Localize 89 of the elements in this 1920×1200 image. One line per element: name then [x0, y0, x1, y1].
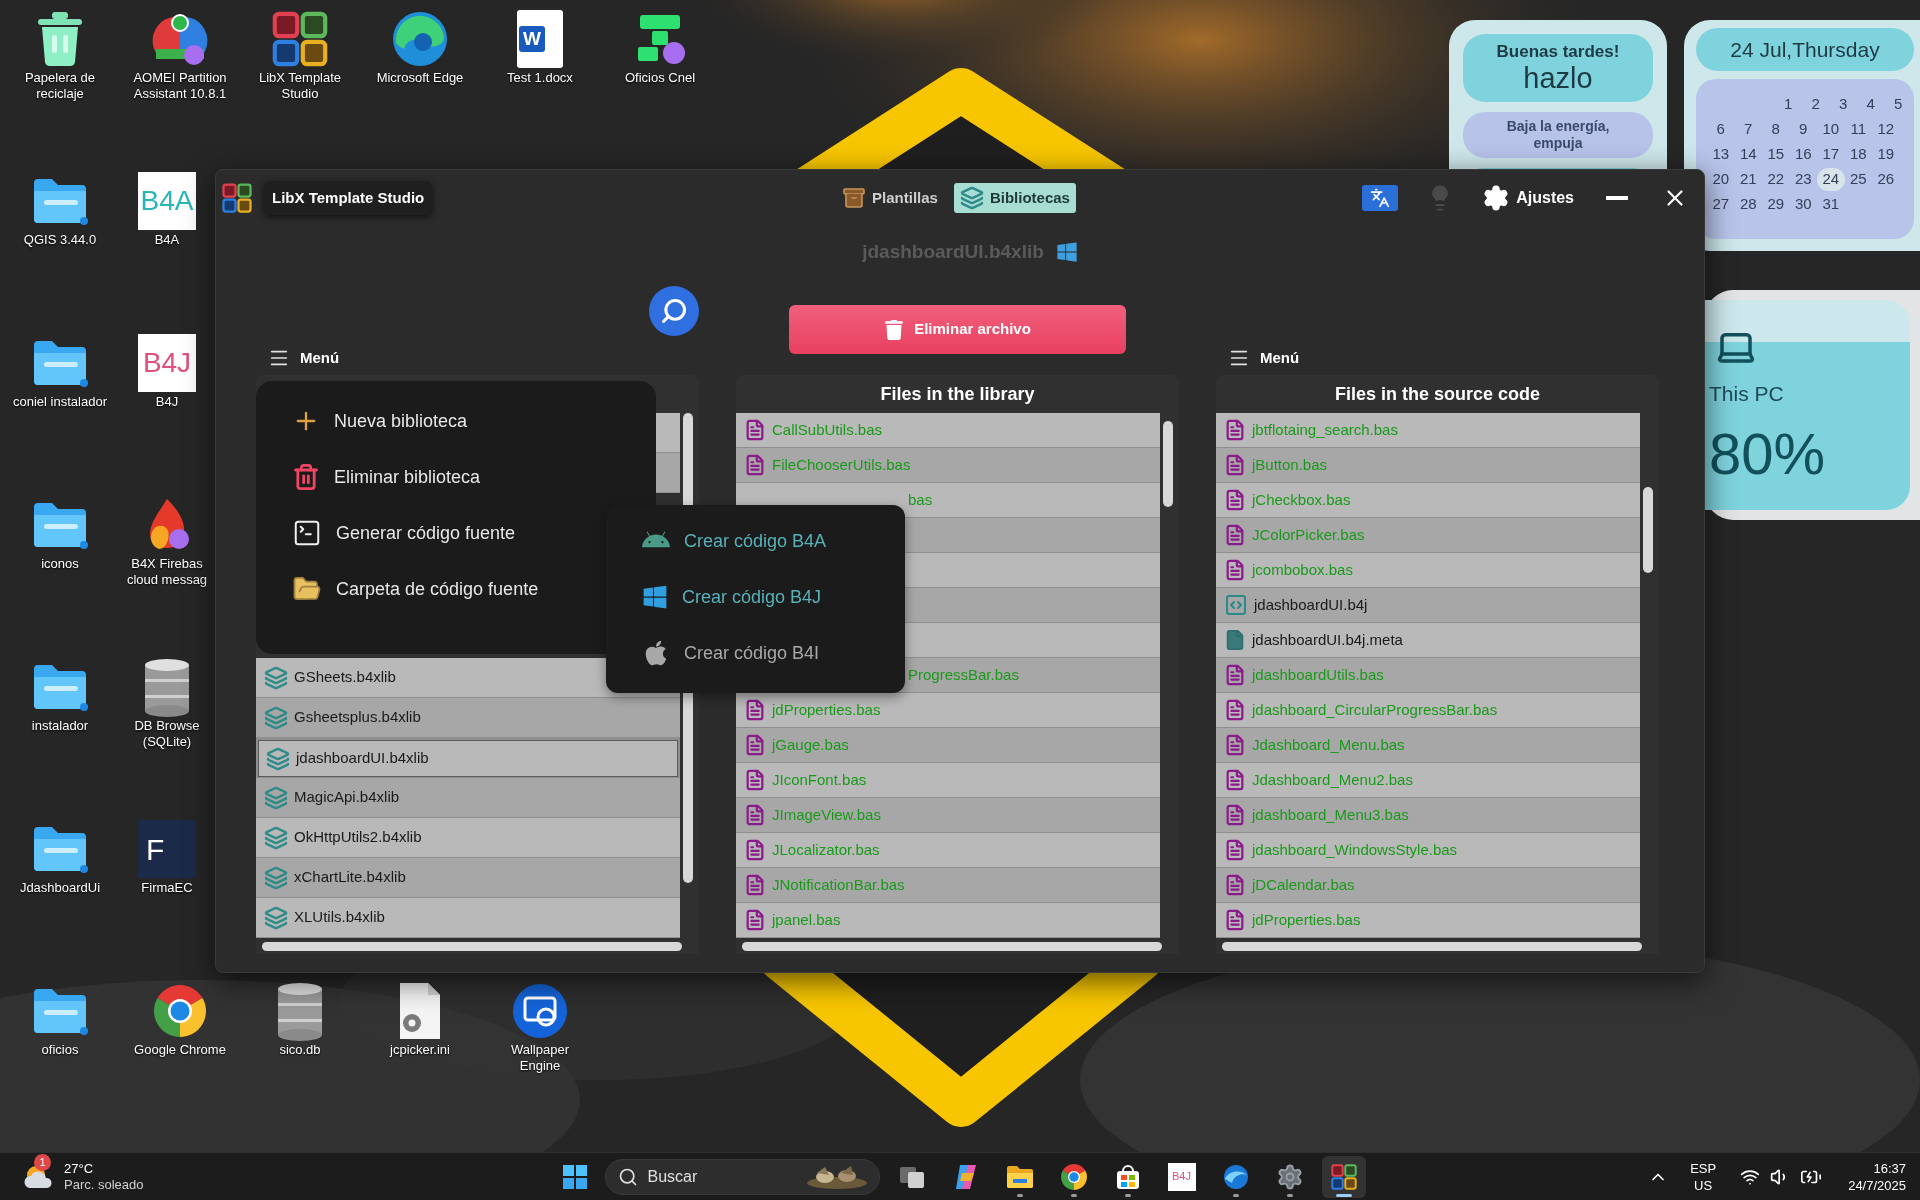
desktop-shortcut[interactable]: instalador — [0, 652, 120, 736]
menu-item[interactable]: Eliminar biblioteca — [256, 449, 656, 505]
calendar-title: 24 Jul,Thursday — [1730, 36, 1880, 63]
file-row[interactable]: Gsheetsplus.b4xlib — [256, 698, 680, 738]
calendar-day[interactable]: 16 — [1789, 143, 1817, 166]
desktop-shortcut[interactable]: sico.db — [240, 976, 360, 1060]
clock[interactable]: 16:37 24/7/2025 — [1848, 1159, 1906, 1194]
desktop-shortcut[interactable]: JdashboardUi — [0, 814, 120, 898]
calendar-day[interactable]: 3 — [1829, 93, 1857, 116]
calendar-day[interactable]: 11 — [1844, 118, 1872, 141]
desktop-shortcut[interactable]: W Test 1.docx — [480, 4, 600, 88]
desktop-shortcut[interactable]: AOMEI Partition Assistant 10.8.1 — [120, 4, 240, 104]
calendar-day[interactable]: 26 — [1872, 168, 1900, 191]
app-logo: B4A — [138, 172, 196, 230]
calendar-day[interactable]: 4 — [1857, 93, 1885, 116]
desktop-shortcut[interactable]: B4A B4A — [120, 166, 214, 250]
app-logo: B4J — [138, 334, 196, 392]
storage-label: This PC — [1709, 381, 1785, 407]
calendar-day[interactable]: 9 — [1789, 118, 1817, 141]
desktop-shortcut[interactable]: Microsoft Edge — [360, 4, 480, 88]
app-logo: F — [138, 820, 196, 878]
document-icon: W — [517, 10, 563, 68]
desktop-shortcut[interactable]: Wallpaper Engine — [480, 976, 600, 1076]
file-row[interactable]: jdashboardUI.b4j — [1216, 588, 1640, 623]
file-row[interactable]: XLUtils.b4xlib — [256, 898, 680, 938]
desktop-shortcut[interactable]: Google Chrome — [120, 976, 240, 1060]
calendar-day[interactable]: 19 — [1872, 143, 1900, 166]
calendar-day[interactable]: 10 — [1817, 118, 1845, 141]
calendar-day[interactable]: 25 — [1844, 168, 1872, 191]
desktop-shortcut[interactable]: Oficios Cnel — [600, 4, 720, 88]
desktop-shortcut[interactable]: F FirmaEC — [120, 814, 214, 898]
desktop-shortcut[interactable]: LibX Template Studio — [240, 4, 360, 104]
greeting-title: hazlo — [1523, 62, 1593, 94]
desktop-shortcut[interactable]: jcpicker.ini — [360, 976, 480, 1060]
tab[interactable]: Plantillas — [836, 183, 944, 213]
delete-button[interactable]: Eliminar archivo — [789, 305, 1126, 354]
file-row[interactable]: xChartLite.b4xlib — [256, 858, 680, 898]
language-button[interactable]: ESP US — [1690, 1159, 1717, 1194]
storage-reading: 80% — [1709, 421, 1827, 486]
greeting-text: Buenas tardes! — [1496, 42, 1620, 62]
desktop-shortcut[interactable]: B4X Firebas cloud messag — [120, 490, 214, 590]
file-row[interactable]: OkHttpUtils2.b4xlib — [256, 818, 680, 858]
calendar-day[interactable]: 24 — [1817, 168, 1845, 191]
calendar-day[interactable]: 12 — [1872, 118, 1900, 141]
panel-title: Files in the source code — [1334, 382, 1541, 406]
weather-widget[interactable]: 1 27°C Parc. soleado — [0, 1154, 144, 1199]
calendar-day[interactable]: 8 — [1762, 118, 1790, 141]
tab[interactable]: Bibliotecas — [953, 183, 1076, 213]
settings-button[interactable]: Ajustes — [1482, 184, 1574, 212]
calendar-day[interactable]: 23 — [1789, 168, 1817, 191]
search-box[interactable]: Buscar — [604, 1158, 880, 1195]
calendar-day[interactable]: 31 — [1817, 193, 1845, 216]
calendar-day[interactable]: 29 — [1762, 193, 1790, 216]
calendar-day[interactable]: 5 — [1884, 93, 1912, 116]
calendar-day[interactable]: 30 — [1789, 193, 1817, 216]
desktop-shortcut[interactable]: QGIS 3.44.0 — [0, 166, 120, 250]
calendar-day[interactable]: 13 — [1707, 143, 1735, 166]
desktop-shortcut[interactable]: DB Browse (SQLite) — [120, 652, 214, 752]
calendar-day[interactable]: 7 — [1734, 118, 1762, 141]
calendar-day[interactable]: 20 — [1707, 168, 1735, 191]
menu-button[interactable]: Menú — [256, 341, 340, 375]
desktop-shortcut[interactable]: Papelera de reciclaje — [0, 4, 120, 104]
calendar-day[interactable]: 18 — [1844, 143, 1872, 166]
menu-button[interactable]: Menú — [1216, 341, 1300, 375]
menu-item[interactable]: Nueva biblioteca — [256, 393, 656, 449]
notification-badge: 1 — [34, 1153, 51, 1171]
calendar-day[interactable]: 27 — [1707, 193, 1735, 216]
calendar-day[interactable]: 22 — [1762, 168, 1790, 191]
calendar-day[interactable]: 15 — [1762, 143, 1790, 166]
calendar-day[interactable]: 1 — [1774, 93, 1802, 116]
panel-title: Files in the library — [880, 382, 1035, 406]
message-text: Baja la energía, empuja — [1505, 118, 1611, 152]
desktop-shortcut[interactable]: B4J B4J — [120, 328, 214, 412]
calendar-day[interactable]: 2 — [1802, 93, 1830, 116]
calendar-day[interactable]: 17 — [1817, 143, 1845, 166]
window-title: LibX Template Studio — [264, 180, 433, 216]
desktop-shortcut[interactable]: iconos — [0, 490, 120, 574]
calendar-day[interactable]: 28 — [1734, 193, 1762, 216]
taskbar-app[interactable]: B4J — [1159, 1155, 1204, 1198]
file-row[interactable]: MagicApi.b4xlib — [256, 778, 680, 818]
app-logo: B4J — [1167, 1162, 1196, 1191]
calendar-day[interactable]: 21 — [1734, 168, 1762, 191]
menu-item[interactable]: Crear código B4J — [606, 569, 905, 625]
desktop-shortcut[interactable]: oficios — [0, 976, 120, 1060]
file-row[interactable]: jdashboardUI.b4j.meta — [1216, 623, 1640, 658]
calendar-day[interactable]: 6 — [1707, 118, 1735, 141]
desktop-shortcut[interactable]: coniel instalador — [0, 328, 120, 412]
file-row[interactable]: jdashboardUI.b4xlib — [256, 738, 680, 778]
calendar-day[interactable]: 14 — [1734, 143, 1762, 166]
